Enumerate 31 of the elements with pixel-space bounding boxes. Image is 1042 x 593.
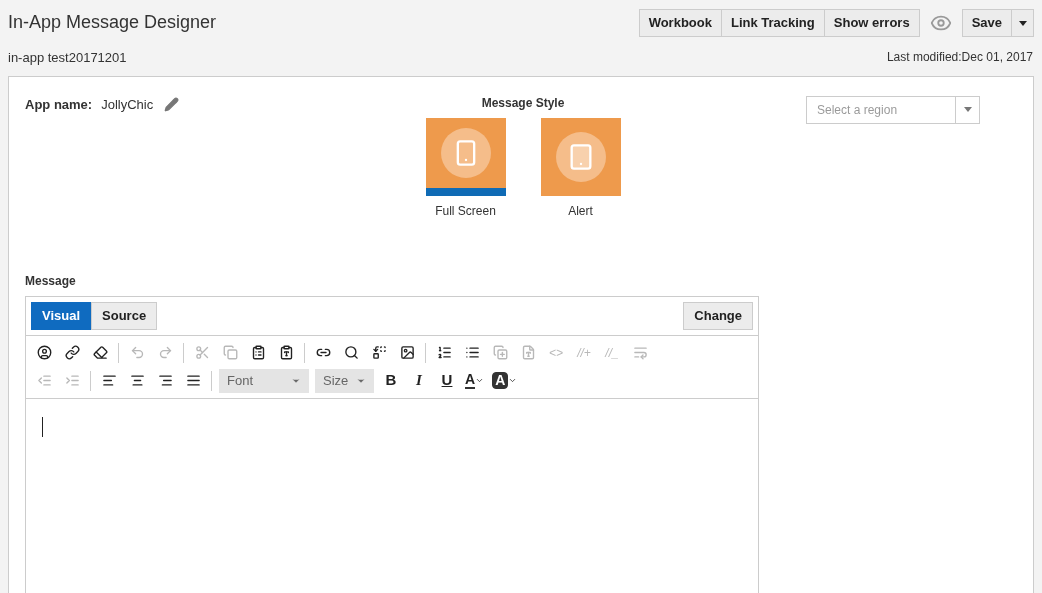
bold-button[interactable]: B bbox=[377, 368, 405, 393]
toolbar-button[interactable]: Link Tracking bbox=[720, 9, 825, 37]
save-button[interactable]: Save bbox=[961, 9, 1012, 37]
size-select[interactable]: Size bbox=[315, 368, 374, 393]
caret-icon bbox=[508, 376, 518, 385]
caret-icon bbox=[475, 376, 485, 385]
app-name-label: App name: bbox=[25, 95, 93, 114]
message-name: in-app test20171201 bbox=[8, 49, 128, 67]
font-select[interactable]: Font bbox=[219, 368, 309, 393]
editor-tab[interactable]: Visual bbox=[31, 301, 92, 330]
page-title: In-App Message Designer bbox=[8, 11, 217, 34]
style-label: Full Screen bbox=[435, 202, 496, 220]
dropdown-button[interactable] bbox=[956, 95, 980, 124]
underline-button[interactable]: U bbox=[433, 368, 461, 393]
app-name-value: JollyChic bbox=[101, 95, 154, 114]
edit-icon[interactable] bbox=[164, 97, 180, 112]
last-modified: Last modified:Dec 01, 2017 bbox=[886, 49, 1033, 66]
text-cursor bbox=[42, 416, 43, 437]
italic-button[interactable]: I bbox=[405, 368, 433, 393]
toolbar-button[interactable]: Workbook bbox=[638, 9, 722, 37]
region-select[interactable]: Select a region bbox=[806, 95, 956, 124]
style-option[interactable] bbox=[425, 117, 506, 196]
style-label: Alert bbox=[568, 202, 593, 220]
highlight-button[interactable]: A bbox=[488, 368, 522, 393]
text-color-button[interactable]: A bbox=[461, 368, 489, 393]
message-style-title: Message Style bbox=[481, 94, 565, 112]
change-button[interactable]: Change bbox=[683, 301, 753, 330]
editor-tab[interactable]: Source bbox=[91, 301, 158, 330]
toolbar-button[interactable]: Show errors bbox=[823, 9, 920, 37]
message-label: Message bbox=[25, 272, 77, 290]
save-menu-button[interactable] bbox=[1012, 9, 1034, 37]
